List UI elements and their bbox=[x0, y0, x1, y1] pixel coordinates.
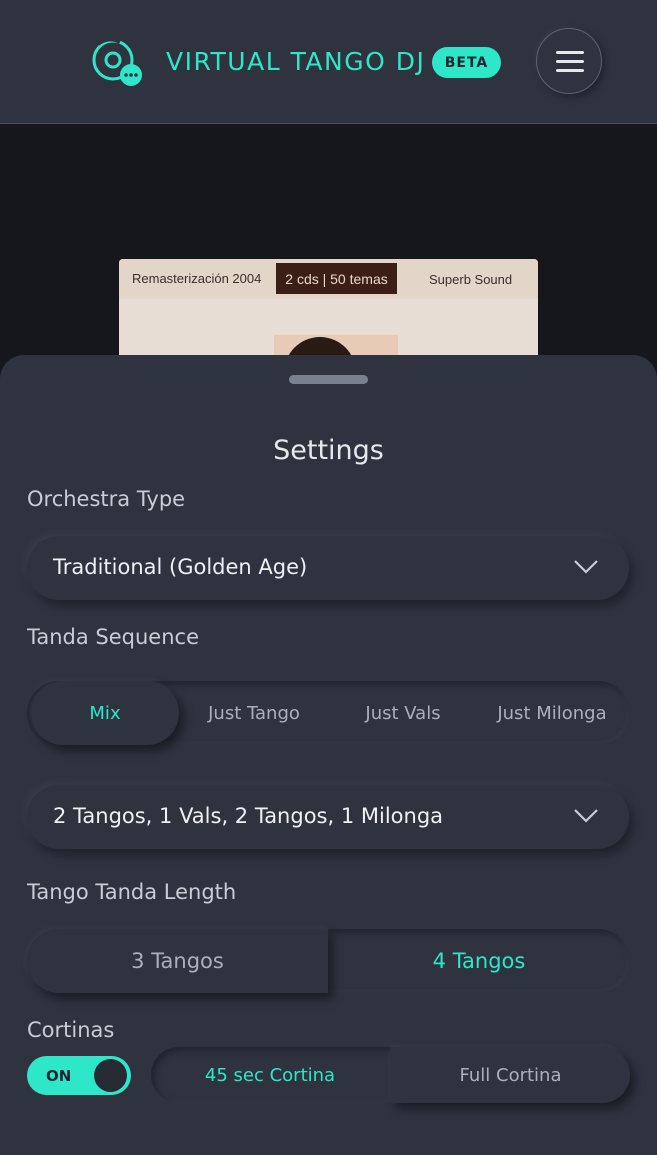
beta-badge: BETA bbox=[432, 47, 501, 78]
cortinas-toggle[interactable]: ON bbox=[27, 1056, 131, 1095]
brand-title: VIRTUAL TANGO DJ bbox=[166, 47, 426, 76]
cortinas-toggle-text: ON bbox=[46, 1067, 72, 1085]
album-text-left: Remasterización 2004 bbox=[132, 271, 262, 286]
hamburger-menu-icon bbox=[556, 60, 584, 63]
album-text-right: Superb Sound bbox=[429, 272, 513, 287]
tanda-sequence-label: Tanda Sequence bbox=[27, 625, 199, 649]
hamburger-menu-icon bbox=[556, 69, 584, 72]
segment-just-milonga[interactable]: Just Milonga bbox=[477, 681, 627, 745]
cortina-length-segmented: 45 sec Cortina Full Cortina bbox=[151, 1047, 630, 1103]
settings-title: Settings bbox=[273, 435, 384, 466]
hamburger-menu-icon bbox=[556, 51, 584, 54]
segment-full-cortina[interactable]: Full Cortina bbox=[391, 1047, 630, 1103]
album-text-center: 2 cds | 50 temas bbox=[276, 263, 397, 294]
chevron-down-icon bbox=[574, 560, 598, 574]
menu-button[interactable] bbox=[536, 28, 602, 94]
tanda-sequence-segmented: Mix Just Tango Just Vals Just Milonga bbox=[27, 681, 630, 745]
tanda-pattern-value: 2 Tangos, 1 Vals, 2 Tangos, 1 Milonga bbox=[53, 804, 444, 828]
app-header: VIRTUAL TANGO DJ BETA bbox=[0, 0, 657, 124]
chevron-down-icon bbox=[574, 809, 598, 823]
tango-tanda-length-segmented: 3 Tangos 4 Tangos bbox=[27, 929, 630, 993]
segment-mix[interactable]: Mix bbox=[31, 681, 179, 745]
cortinas-label: Cortinas bbox=[27, 1018, 115, 1042]
segment-just-tango[interactable]: Just Tango bbox=[179, 681, 329, 745]
segment-45-sec-cortina[interactable]: 45 sec Cortina bbox=[151, 1047, 389, 1103]
settings-sheet: Settings Orchestra Type Traditional (Gol… bbox=[0, 355, 657, 1155]
vinyl-disc-chat-icon[interactable] bbox=[90, 38, 144, 88]
tanda-pattern-select[interactable]: 2 Tangos, 1 Vals, 2 Tangos, 1 Milonga bbox=[27, 785, 629, 849]
sheet-drag-handle[interactable] bbox=[289, 375, 368, 384]
orchestra-type-select[interactable]: Traditional (Golden Age) bbox=[27, 536, 629, 600]
orchestra-type-label: Orchestra Type bbox=[27, 487, 186, 511]
segment-4-tangos[interactable]: 4 Tangos bbox=[328, 929, 630, 993]
segment-3-tangos[interactable]: 3 Tangos bbox=[27, 929, 328, 993]
segment-just-vals[interactable]: Just Vals bbox=[329, 681, 477, 745]
toggle-knob bbox=[94, 1059, 127, 1092]
tango-tanda-length-label: Tango Tanda Length bbox=[27, 880, 237, 904]
orchestra-type-value: Traditional (Golden Age) bbox=[53, 555, 308, 579]
